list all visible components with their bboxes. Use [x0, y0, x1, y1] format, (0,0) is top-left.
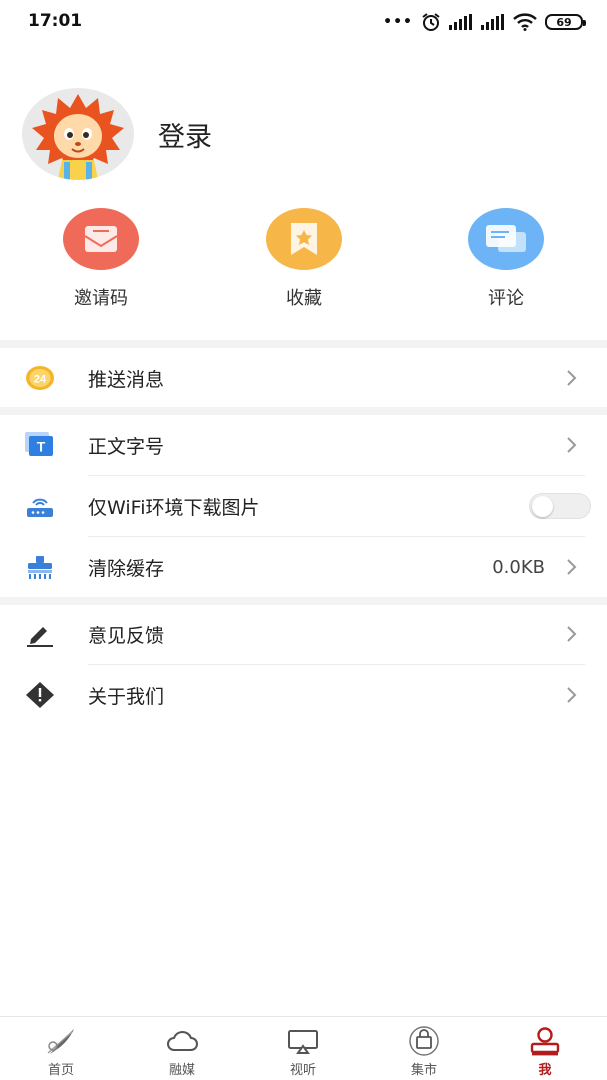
about-us-label: 关于我们 — [88, 685, 165, 708]
nav-media-label: 融媒 — [168, 1063, 195, 1078]
battery-icon: 69 — [545, 14, 586, 30]
font-size-row[interactable]: T 正文字号 — [0, 415, 607, 475]
battery-level: 69 — [556, 15, 572, 29]
profile-header[interactable]: 登录 — [22, 88, 212, 180]
text-t-icon: T — [24, 429, 56, 461]
feedback-label: 意见反馈 — [88, 624, 165, 647]
invite-code-label: 邀请码 — [74, 288, 128, 309]
toggle-knob — [532, 496, 553, 517]
chevron-right-icon — [567, 370, 577, 386]
bottom-nav: 首页 融媒 视听 集市 我 — [0, 1016, 607, 1080]
clear-cache-row[interactable]: 清除缓存 0.0KB — [0, 537, 607, 597]
comments-button[interactable]: 评论 — [436, 208, 576, 310]
invite-code-button[interactable]: 邀请码 — [31, 208, 171, 310]
nav-me-label: 我 — [538, 1063, 552, 1078]
avatar[interactable] — [22, 88, 134, 180]
router-icon — [24, 490, 56, 522]
lion-mascot-icon — [32, 94, 124, 180]
wifi-only-row: 仅WiFi环境下载图片 — [0, 476, 607, 536]
envelope-icon — [63, 208, 139, 270]
wifi-icon — [513, 13, 537, 31]
section-separator — [0, 407, 607, 415]
favorites-button[interactable]: 收藏 — [234, 208, 374, 310]
comments-label: 评论 — [488, 288, 524, 309]
pencil-icon — [24, 618, 56, 650]
nav-me[interactable]: 我 — [505, 1025, 585, 1078]
user-icon — [527, 1025, 563, 1057]
broom-icon — [24, 551, 56, 583]
badge-24-icon: 24 — [24, 362, 56, 394]
nav-market[interactable]: 集市 — [384, 1025, 464, 1078]
login-label[interactable]: 登录 — [158, 115, 212, 154]
chevron-right-icon — [567, 437, 577, 453]
cloud-icon — [164, 1025, 200, 1057]
nav-video-label: 视听 — [289, 1063, 316, 1078]
chat-icon — [468, 208, 544, 270]
nav-video[interactable]: 视听 — [263, 1025, 343, 1078]
home-feather-icon — [43, 1025, 79, 1057]
section-separator — [0, 340, 607, 348]
chevron-right-icon — [567, 559, 577, 575]
signal-icon — [449, 14, 472, 30]
status-icons: ••• 69 — [383, 12, 586, 32]
nav-home-label: 首页 — [47, 1063, 74, 1078]
favorites-label: 收藏 — [286, 288, 322, 309]
chevron-right-icon — [567, 626, 577, 642]
text-t-glyph: T — [37, 439, 46, 455]
status-bar: 17:01 ••• 69 — [0, 0, 607, 44]
shopping-bag-icon — [406, 1025, 442, 1057]
push-messages-row[interactable]: 24 推送消息 — [0, 348, 607, 408]
badge-24-text: 24 — [34, 374, 47, 386]
nav-home[interactable]: 首页 — [21, 1025, 101, 1078]
about-us-row[interactable]: 关于我们 — [0, 665, 607, 725]
feedback-row[interactable]: 意见反馈 — [0, 604, 607, 664]
screen-cast-icon — [285, 1025, 321, 1057]
quick-actions: 邀请码 收藏 评论 — [0, 208, 607, 318]
push-messages-label: 推送消息 — [88, 368, 165, 391]
cache-size-value: 0.0KB — [492, 556, 545, 578]
nav-market-label: 集市 — [410, 1063, 437, 1078]
alarm-icon — [422, 13, 440, 31]
wifi-only-toggle[interactable] — [529, 493, 591, 519]
status-time: 17:01 — [28, 11, 83, 31]
font-size-label: 正文字号 — [88, 435, 165, 458]
signal-icon — [481, 14, 504, 30]
clear-cache-label: 清除缓存 — [88, 557, 165, 580]
more-dots-icon: ••• — [383, 14, 413, 30]
nav-media[interactable]: 融媒 — [142, 1025, 222, 1078]
bookmark-icon — [266, 208, 342, 270]
chevron-right-icon — [567, 687, 577, 703]
wifi-only-label: 仅WiFi环境下载图片 — [88, 496, 260, 519]
warning-diamond-icon — [24, 679, 56, 711]
